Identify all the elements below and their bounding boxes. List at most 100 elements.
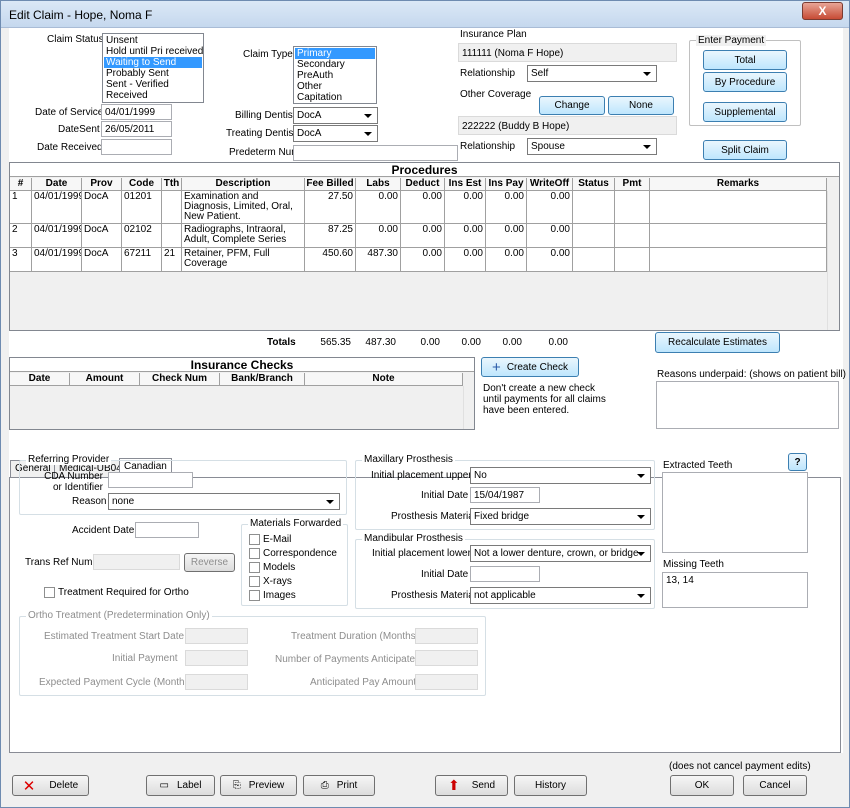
procedure-cell[interactable] — [573, 224, 615, 248]
claim-type-option[interactable]: Capitation — [295, 92, 375, 103]
reverse-button[interactable]: Reverse — [184, 553, 235, 572]
relationship-select[interactable]: Self — [527, 65, 657, 82]
no-coverage-button[interactable]: None — [608, 96, 674, 115]
material-checkbox[interactable] — [249, 576, 260, 587]
treating-dentist-select[interactable]: DocA — [293, 125, 378, 142]
other-relationship-select[interactable]: Spouse — [527, 138, 657, 155]
claim-type-list[interactable]: Primary Secondary PreAuth Other Capitation — [293, 46, 377, 104]
procedure-cell[interactable]: 02102 — [122, 224, 162, 248]
procedure-cell[interactable]: 21 — [162, 248, 182, 272]
procedure-cell[interactable]: 0.00 — [356, 191, 401, 224]
ortho-required-checkbox[interactable] — [44, 587, 55, 598]
procedure-cell[interactable]: Examination and Diagnosis, Limited, Oral… — [182, 191, 305, 224]
checks-column-header[interactable]: Note — [305, 373, 463, 386]
procedure-cell[interactable]: 0.00 — [527, 248, 573, 272]
procedure-cell[interactable]: 0.00 — [486, 191, 527, 224]
initial-placement-upper-select[interactable]: No — [470, 467, 651, 484]
procedure-cell[interactable]: 0.00 — [445, 248, 486, 272]
procedure-cell[interactable]: DocA — [82, 191, 122, 224]
procedure-cell[interactable]: 0.00 — [401, 224, 445, 248]
checks-scrollbar[interactable] — [463, 386, 473, 429]
date-sent-input[interactable]: 26/05/2011 — [101, 121, 172, 137]
initial-placement-lower-select[interactable]: Not a lower denture, crown, or bridge — [470, 545, 651, 562]
procedure-cell[interactable] — [615, 248, 650, 272]
reason-select[interactable]: none — [108, 493, 340, 510]
change-coverage-button[interactable]: Change — [539, 96, 605, 115]
procedures-column-header[interactable]: Labs — [356, 178, 401, 191]
procedure-cell[interactable]: 0.00 — [527, 224, 573, 248]
procedure-cell[interactable] — [162, 191, 182, 224]
recalculate-estimates-button[interactable]: Recalculate Estimates — [655, 332, 780, 353]
close-button[interactable]: X — [802, 2, 843, 20]
procedure-cell[interactable]: 487.30 — [356, 248, 401, 272]
date-received-input[interactable] — [101, 139, 172, 155]
material-checkbox[interactable] — [249, 534, 260, 545]
claim-type-option[interactable]: Secondary — [295, 59, 375, 70]
procedure-cell[interactable]: DocA — [82, 224, 122, 248]
procedure-cell[interactable]: 450.60 — [305, 248, 356, 272]
procedures-column-header[interactable]: Date — [32, 178, 82, 191]
procedure-cell[interactable]: 0.00 — [445, 224, 486, 248]
mandibular-material-select[interactable]: not applicable — [470, 587, 651, 604]
procedure-cell[interactable]: 04/01/1999 — [32, 191, 82, 224]
create-check-button[interactable]: + Create Check — [481, 357, 579, 377]
claim-type-option[interactable]: PreAuth — [295, 70, 375, 81]
procedure-cell[interactable]: 0.00 — [401, 248, 445, 272]
procedure-cell[interactable] — [650, 191, 827, 224]
procedure-cell[interactable] — [650, 224, 827, 248]
procedure-cell[interactable] — [573, 248, 615, 272]
procedure-cell[interactable]: Radiographs, Intraoral, Adult, Complete … — [182, 224, 305, 248]
billing-dentist-select[interactable]: DocA — [293, 107, 378, 124]
maxillary-material-select[interactable]: Fixed bridge — [470, 508, 651, 525]
history-button[interactable]: History — [514, 775, 587, 796]
procedures-column-header[interactable]: Remarks — [650, 178, 827, 191]
delete-button[interactable]: ✕ Delete — [12, 775, 89, 796]
cancel-button[interactable]: Cancel — [743, 775, 807, 796]
checks-column-header[interactable]: Check Num — [140, 373, 220, 386]
procedure-cell[interactable]: 27.50 — [305, 191, 356, 224]
material-checkbox[interactable] — [249, 548, 260, 559]
checks-column-header[interactable]: Amount — [70, 373, 140, 386]
help-button[interactable]: ? — [788, 453, 807, 471]
procedures-column-header[interactable]: Ins Est — [445, 178, 486, 191]
procedure-cell[interactable]: 0.00 — [527, 191, 573, 224]
by-procedure-button[interactable]: By Procedure — [703, 72, 787, 92]
procedures-column-header[interactable]: Tth — [162, 178, 182, 191]
procedure-cell[interactable] — [615, 224, 650, 248]
procedures-column-header[interactable]: Deduct — [401, 178, 445, 191]
procedure-cell[interactable] — [650, 248, 827, 272]
claim-status-option[interactable]: Probably Sent — [104, 68, 202, 79]
procedure-cell[interactable]: DocA — [82, 248, 122, 272]
procedure-cell[interactable]: 67211 — [122, 248, 162, 272]
procedures-column-header[interactable]: Pmt — [615, 178, 650, 191]
procedures-column-header[interactable]: Prov — [82, 178, 122, 191]
claim-status-option[interactable]: Received — [104, 90, 202, 101]
missing-teeth-input[interactable]: 13, 14 — [662, 572, 808, 608]
procedure-cell[interactable]: Retainer, PFM, Full Coverage — [182, 248, 305, 272]
claim-type-option[interactable]: Other — [295, 81, 375, 92]
procedures-column-header[interactable]: Code — [122, 178, 162, 191]
procedure-cell[interactable] — [615, 191, 650, 224]
mandibular-initial-date-input[interactable] — [470, 566, 540, 582]
procedure-cell[interactable] — [573, 191, 615, 224]
procedures-column-header[interactable]: # — [10, 178, 32, 191]
send-button[interactable]: ⬆ Send — [435, 775, 508, 796]
claim-status-option[interactable]: Unsent — [104, 35, 202, 46]
checks-column-header[interactable]: Date — [10, 373, 70, 386]
procedure-cell[interactable]: 04/01/1999 — [32, 248, 82, 272]
supplemental-button[interactable]: Supplemental — [703, 102, 787, 122]
ok-button[interactable]: OK — [670, 775, 734, 796]
total-button[interactable]: Total — [703, 50, 787, 70]
procedure-cell[interactable] — [162, 224, 182, 248]
maxillary-initial-date-input[interactable]: 15/04/1987 — [470, 487, 540, 503]
date-of-service-input[interactable]: 04/01/1999 — [101, 104, 172, 120]
claim-status-option[interactable]: Hold until Pri received — [104, 46, 203, 57]
procedure-cell[interactable]: 3 — [10, 248, 32, 272]
procedures-column-header[interactable]: Ins Pay — [486, 178, 527, 191]
procedures-column-header[interactable]: WriteOff — [527, 178, 573, 191]
procedure-cell[interactable]: 0.00 — [356, 224, 401, 248]
checks-column-header[interactable]: Bank/Branch — [220, 373, 305, 386]
procedure-cell[interactable]: 04/01/1999 — [32, 224, 82, 248]
procedure-cell[interactable]: 87.25 — [305, 224, 356, 248]
print-button[interactable]: ⎙ Print — [303, 775, 375, 796]
